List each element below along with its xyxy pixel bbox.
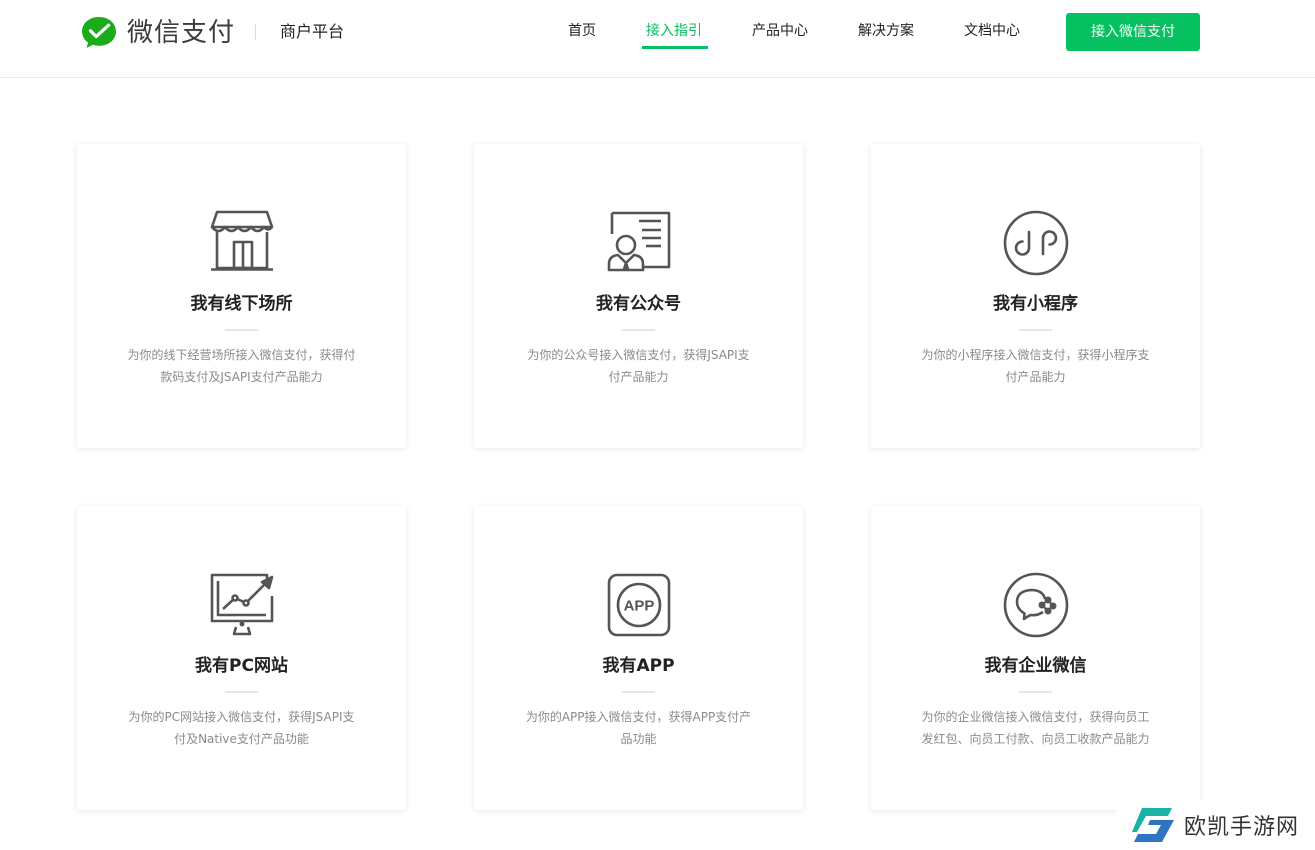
- card-wecom[interactable]: 我有企业微信 为你的企业微信接入微信支付，获得向员工发红包、向员工付款、向员工收…: [871, 506, 1200, 810]
- nav-solutions[interactable]: 解决方案: [858, 20, 914, 42]
- card-title: 我有小程序: [993, 294, 1078, 314]
- merchant-platform-label: 商户平台: [280, 22, 345, 41]
- nav-home[interactable]: 首页: [568, 20, 596, 42]
- nav-docs-center[interactable]: 文档中心: [964, 20, 1020, 42]
- card-separator: [225, 329, 258, 331]
- nav-integration-guide[interactable]: 接入指引: [646, 20, 702, 42]
- wechat-pay-logo[interactable]: 微信支付: [80, 15, 235, 51]
- card-title: 我有企业微信: [984, 656, 1087, 676]
- nav-product-center[interactable]: 产品中心: [752, 20, 808, 42]
- card-pc-website[interactable]: 我有PC网站 为你的PC网站接入微信支付，获得JSAPI支付及Native支付产…: [77, 506, 406, 810]
- official-account-icon: [607, 211, 670, 272]
- card-title: 我有APP: [602, 656, 675, 676]
- card-official-account[interactable]: 我有公众号 为你的公众号接入微信支付，获得JSAPI支付产品能力: [474, 144, 803, 448]
- card-description: 为你的公众号接入微信支付，获得JSAPI支付产品能力: [527, 348, 750, 384]
- card-description: 为你的企业微信接入微信支付，获得向员工发红包、向员工付款、向员工收款产品能力: [921, 710, 1150, 746]
- app-icon: APP: [607, 573, 670, 637]
- card-separator: [225, 691, 258, 693]
- svg-text:APP: APP: [623, 598, 654, 615]
- mini-program-icon: [1003, 210, 1068, 276]
- top-header: 微信支付 商户平台 首页 接入指引 产品中心 解决方案 文档中心 接入微信支付: [0, 0, 1315, 78]
- card-title: 我有公众号: [596, 294, 681, 314]
- card-description: 为你的PC网站接入微信支付，获得JSAPI支付及Native支付产品功能: [128, 710, 355, 746]
- brand-name: 微信支付: [127, 18, 236, 48]
- card-separator: [622, 329, 655, 331]
- card-description: 为你的APP接入微信支付，获得APP支付产品功能: [525, 710, 752, 746]
- ouk-logo-icon: [1132, 808, 1174, 842]
- site-watermark: 欧凯手游网: [1116, 800, 1315, 850]
- card-separator: [622, 691, 655, 693]
- card-separator: [1019, 691, 1052, 693]
- card-mini-program[interactable]: 我有小程序 为你的小程序接入微信支付，获得小程序支付产品能力: [871, 144, 1200, 448]
- card-offline-store[interactable]: 我有线下场所 为你的线下经营场所接入微信支付，获得付款码支付及JSAPI支付产品…: [77, 144, 406, 448]
- wechat-pay-logo-icon: [82, 17, 116, 48]
- card-description: 为你的小程序接入微信支付，获得小程序支付产品能力: [921, 348, 1150, 384]
- storefront-icon: [210, 210, 273, 271]
- nav-active-indicator: [642, 46, 708, 49]
- integrate-wechat-pay-button[interactable]: 接入微信支付: [1066, 13, 1200, 51]
- logo-divider: [255, 24, 256, 40]
- pc-website-icon: [210, 573, 273, 636]
- card-separator: [1019, 329, 1052, 331]
- wecom-icon: [1003, 572, 1068, 638]
- card-title: 我有线下场所: [190, 294, 293, 314]
- card-title: 我有PC网站: [195, 656, 288, 676]
- watermark-text: 欧凯手游网: [1184, 815, 1300, 840]
- card-app[interactable]: APP 我有APP 为你的APP接入微信支付，获得APP支付产品功能: [474, 506, 803, 810]
- card-description: 为你的线下经营场所接入微信支付，获得付款码支付及JSAPI支付产品能力: [127, 348, 356, 384]
